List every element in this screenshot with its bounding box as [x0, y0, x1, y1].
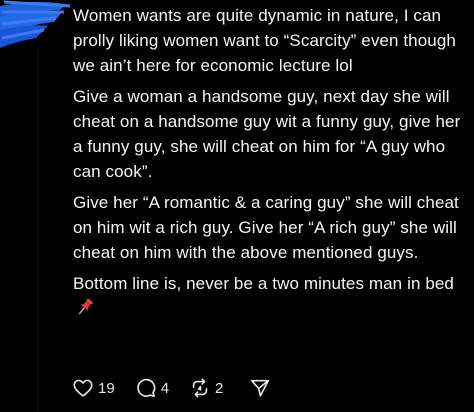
post-text: Women wants are quite dynamic in nature,…	[73, 3, 465, 327]
post-paragraph: Give her “A romantic & a caring guy” she…	[73, 193, 459, 262]
comment-icon	[135, 377, 157, 399]
pushpin-icon	[75, 297, 95, 317]
reply-button[interactable]: 4	[135, 377, 169, 399]
reply-count: 4	[160, 379, 170, 397]
repost-button[interactable]: 2	[189, 377, 223, 399]
heart-icon	[72, 377, 94, 399]
thread-line	[37, 48, 39, 412]
repost-icon	[189, 377, 211, 399]
post-paragraph: Bottom line is, never be a two minutes m…	[73, 274, 454, 293]
post-paragraph-last: Bottom line is, never be a two minutes m…	[73, 271, 465, 321]
like-button[interactable]: 19	[72, 377, 115, 399]
send-icon	[249, 377, 271, 399]
redaction-scribble	[0, 0, 71, 48]
like-count: 19	[98, 379, 115, 397]
post-paragraph: Women wants are quite dynamic in nature,…	[73, 6, 456, 75]
post-paragraph: Give a woman a handsome guy, next day sh…	[73, 87, 461, 181]
repost-count: 2	[215, 379, 224, 397]
action-bar: 19 4 2	[72, 374, 271, 402]
share-button[interactable]	[249, 377, 271, 399]
